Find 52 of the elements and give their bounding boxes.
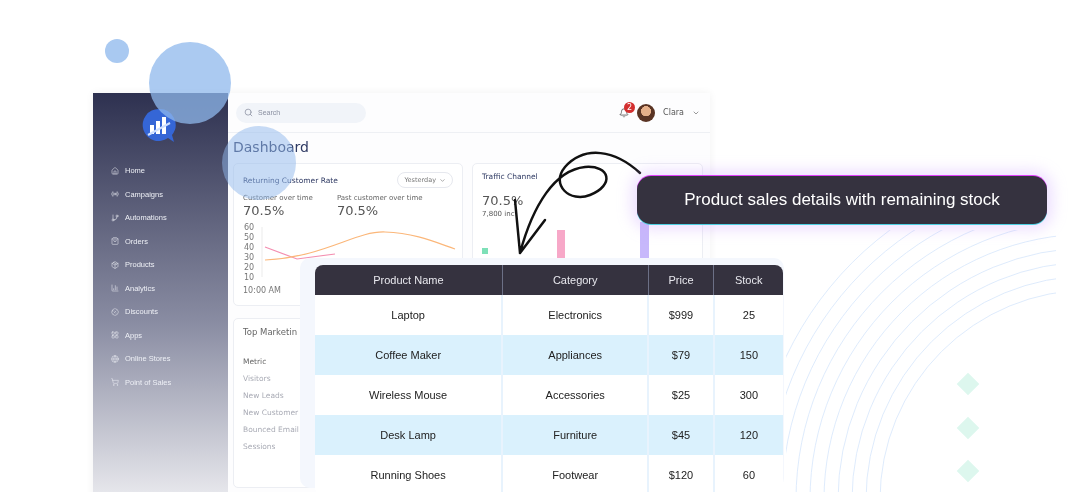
table-cell: $45 (648, 415, 714, 455)
column-header: Stock (713, 265, 783, 295)
table-cell: Footwear (502, 455, 649, 492)
callout-banner: Product sales details with remaining stock (637, 176, 1047, 224)
house-icon (111, 166, 119, 175)
table-cell: Coffee Maker (315, 335, 503, 375)
column-header: Category (502, 265, 649, 295)
avatar[interactable] (637, 103, 656, 122)
table-cell: Appliances (502, 335, 649, 375)
notification-badge: 2 (624, 101, 636, 113)
axis-label: 40 (244, 243, 255, 252)
globe-icon (111, 354, 119, 363)
axis-label: 20 (244, 263, 255, 272)
stat-value: 70.5% (336, 203, 380, 218)
axis-label: 10 (244, 273, 255, 282)
column-header: Product Name (315, 265, 503, 295)
box-icon (111, 260, 119, 269)
axis-label: 60 (244, 223, 255, 232)
stat-value: 70.5% (243, 203, 286, 218)
branch-icon (111, 213, 119, 222)
page-title: Dashboard (232, 138, 310, 157)
table-cell: Desk Lamp (315, 415, 503, 455)
table-cell: $999 (648, 295, 714, 335)
chevron-down-icon (439, 176, 446, 184)
table-cell: $25 (648, 375, 714, 415)
table-cell: Accessories (502, 375, 649, 415)
table-cell: 300 (713, 375, 783, 415)
table-cell: Laptop (315, 295, 503, 335)
axis-label: 50 (244, 233, 255, 242)
table-cell: Running Shoes (315, 455, 503, 492)
table-cell: $79 (648, 335, 714, 375)
grid-icon (111, 331, 119, 340)
cart-icon (111, 378, 119, 387)
column-header: Price (648, 265, 714, 295)
table-cell: 25 (713, 295, 783, 335)
broadcast-icon (111, 190, 119, 199)
search-icon (244, 107, 253, 117)
card-title: Top Marketin (243, 327, 298, 337)
table-cell: 120 (713, 415, 783, 455)
table-cell: 150 (713, 335, 783, 375)
table-cell: $120 (648, 455, 714, 492)
table-cell: Furniture (502, 415, 649, 455)
percent-badge-icon (111, 307, 119, 316)
bag-icon (111, 237, 119, 246)
axis-label: 30 (244, 253, 255, 262)
table-cell: Wireless Mouse (315, 375, 503, 415)
bar-chart-icon (111, 284, 119, 293)
table-cell: Electronics (502, 295, 649, 335)
circle-shape (105, 39, 129, 63)
axis-label: 10:00 AM (243, 286, 281, 295)
table-cell: 60 (713, 455, 783, 492)
user-name[interactable]: Clara (663, 108, 684, 117)
